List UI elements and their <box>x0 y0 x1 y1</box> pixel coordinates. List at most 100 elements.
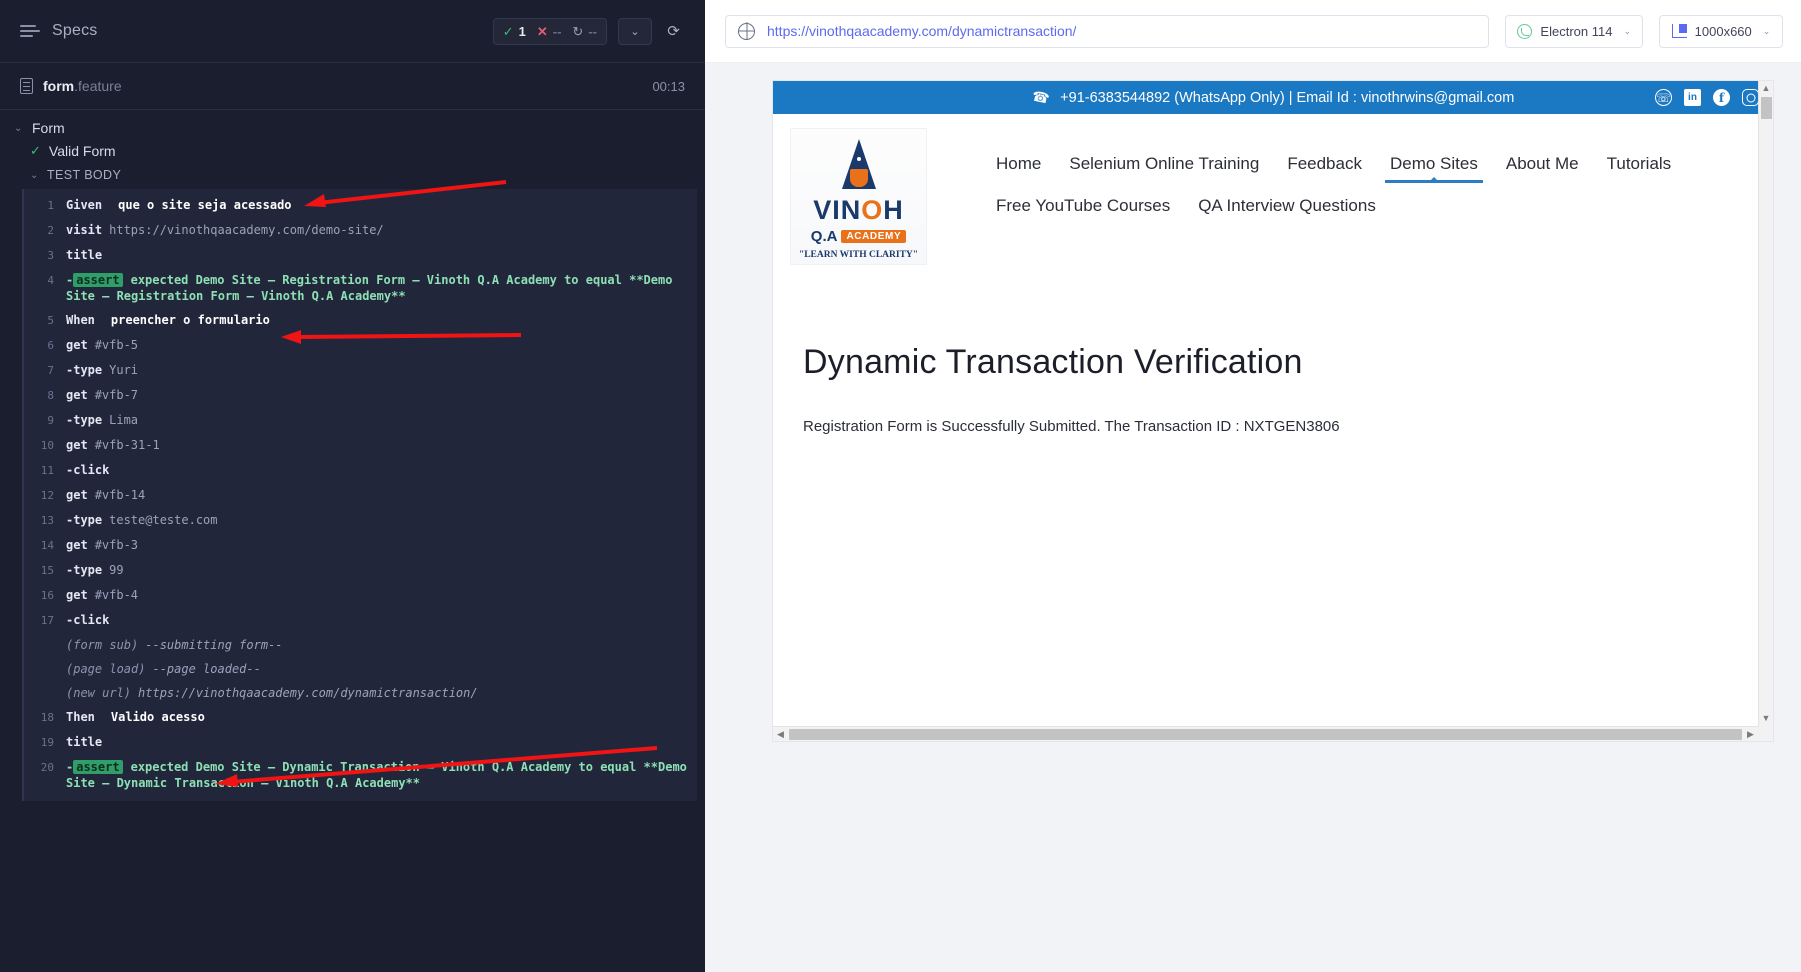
gherkin-keyword: When <box>66 313 95 327</box>
command-row[interactable]: 3 title <box>24 243 697 268</box>
scroll-left-arrow[interactable]: ◀ <box>773 729 788 740</box>
command-row[interactable]: 14 get #vfb-3 <box>24 533 697 558</box>
chevron-down-icon: ⌄ <box>1762 25 1771 36</box>
scroll-down-arrow[interactable]: ▼ <box>1762 711 1771 726</box>
assert-message: expected Demo Site – Dynamic Transaction… <box>66 760 687 790</box>
horizontal-scroll-thumb[interactable] <box>789 728 1742 740</box>
command-event: (form sub) --submitting form-- <box>66 638 283 652</box>
site-logo[interactable]: VINOH Q.A ACADEMY "LEARN WITH CLARITY" <box>790 128 927 265</box>
command-body: When preencher o formulario <box>66 312 689 328</box>
chevron-down-button[interactable]: ⌄ <box>618 17 652 45</box>
test-body-label: TEST BODY <box>47 168 122 182</box>
vertical-scroll-thumb[interactable] <box>1760 97 1772 119</box>
stat-pending: ↻ -- <box>572 24 597 39</box>
vertical-scrollbar[interactable]: ▲ ▼ <box>1758 81 1773 726</box>
command-method: -type <box>66 513 103 527</box>
command-row[interactable]: 15 -type 99 <box>24 558 697 583</box>
command-argument: teste@teste.com <box>109 513 218 527</box>
aut-stage: ☎ +91-6383544892 (WhatsApp Only) | Email… <box>705 63 1801 972</box>
stat-failed: ✕ -- <box>537 24 562 39</box>
command-number: 8 <box>47 389 54 402</box>
command-method: get <box>66 338 88 352</box>
logo-text-1: VIN <box>813 195 862 225</box>
refresh-icon: ↻ <box>572 23 584 39</box>
command-row[interactable]: 12 get #vfb-14 <box>24 483 697 508</box>
command-argument: #vfb-14 <box>94 488 146 502</box>
command-argument <box>102 735 109 749</box>
command-row[interactable]: 16 get #vfb-4 <box>24 583 697 608</box>
gherkin-step-text: que o site seja acessado <box>118 198 292 212</box>
scroll-up-arrow[interactable]: ▲ <box>1762 81 1771 96</box>
nav-item-free-youtube-courses[interactable]: Free YouTube Courses <box>982 192 1184 220</box>
command-body: (new url) https://vinothqaacademy.com/dyn… <box>66 685 689 701</box>
command-row[interactable]: 10 get #vfb-31-1 <box>24 433 697 458</box>
command-row[interactable]: 2 visit https://vinothqaacademy.com/demo-s… <box>24 218 697 243</box>
instagram-icon[interactable] <box>1742 89 1759 106</box>
command-row[interactable]: 1 Given que o site seja acessado <box>24 193 697 218</box>
test-row[interactable]: ✓ Valid Form <box>0 139 705 163</box>
linkedin-icon[interactable]: in <box>1684 89 1701 106</box>
nav-item-qa-interview-questions[interactable]: QA Interview Questions <box>1184 192 1390 220</box>
url-bar[interactable]: https://vinothqaacademy.com/dynamictrans… <box>725 14 1490 48</box>
command-row[interactable]: 9 -type Lima <box>24 408 697 433</box>
browser-selector-label: Electron 114 <box>1540 23 1613 39</box>
command-body: - assert expected Demo Site – Registration… <box>66 272 689 304</box>
restart-button[interactable]: ⟳ <box>660 18 687 45</box>
whatsapp-icon[interactable]: ☏ <box>1655 89 1672 106</box>
command-number <box>24 685 66 686</box>
command-body: -click <box>66 612 689 628</box>
nav-item-selenium-online-training[interactable]: Selenium Online Training <box>1055 150 1273 178</box>
command-row[interactable]: 8 get #vfb-7 <box>24 383 697 408</box>
nav-item-about-me[interactable]: About Me <box>1492 150 1593 178</box>
command-row[interactable]: 18 Then Valido acesso <box>24 705 697 730</box>
scroll-right-arrow[interactable]: ▶ <box>1743 729 1758 740</box>
browser-selector[interactable]: Electron 114 ⌄ <box>1505 14 1643 48</box>
spec-file-name: form.feature <box>43 78 122 94</box>
page-title: Dynamic Transaction Verification <box>803 343 1303 381</box>
pending-count: -- <box>588 23 597 39</box>
aut-toolbar: https://vinothqaacademy.com/dynamictrans… <box>705 0 1801 63</box>
command-row[interactable]: (page load) --page loaded-- <box>24 657 697 681</box>
site-main-content: Dynamic Transaction Verification Registr… <box>773 273 1773 435</box>
nav-item-demo-sites[interactable]: Demo Sites <box>1376 150 1492 183</box>
command-body: (page load) --page loaded-- <box>66 661 689 677</box>
url-text: https://vinothqaacademy.com/dynamictrans… <box>767 23 1077 39</box>
chevron-down-icon: ⌄ <box>1623 25 1631 36</box>
gherkin-keyword: Then <box>66 710 95 724</box>
nav-item-tutorials[interactable]: Tutorials <box>1593 150 1686 178</box>
command-method: visit <box>66 223 103 237</box>
globe-icon <box>738 22 755 40</box>
cross-icon: ✕ <box>536 23 548 39</box>
test-body-toggle[interactable]: ⌄ TEST BODY <box>0 163 705 189</box>
event-value: --page loaded-- <box>152 662 261 676</box>
command-row[interactable]: 6 get #vfb-5 <box>24 333 697 358</box>
nav-item-feedback[interactable]: Feedback <box>1273 150 1376 178</box>
gherkin-step-text: Valido acesso <box>110 710 205 724</box>
command-row[interactable]: 4 - assert expected Demo Site – Registratio… <box>24 268 697 308</box>
command-row[interactable]: (new url) https://vinothqaacademy.com/dyn… <box>24 681 697 705</box>
command-body: - assert expected Demo Site – Dynamic Tran… <box>66 759 689 791</box>
command-row[interactable]: 17 -click <box>24 608 697 633</box>
nav-item-home[interactable]: Home <box>982 150 1055 178</box>
facebook-icon[interactable]: f <box>1713 89 1730 106</box>
command-argument <box>109 613 116 627</box>
suite-row[interactable]: ⌄ Form <box>0 110 705 139</box>
command-row[interactable]: 7 -type Yuri <box>24 358 697 383</box>
command-row[interactable]: 20 - assert expected Demo Site – Dynamic Tr… <box>24 755 697 795</box>
command-row[interactable]: 19 title <box>24 730 697 755</box>
gherkin-keyword: Given <box>66 198 103 212</box>
event-value: --submitting form-- <box>145 638 283 652</box>
horizontal-scrollbar[interactable]: ◀ ▶ <box>773 726 1758 741</box>
command-row[interactable]: 13 -type teste@teste.com <box>24 508 697 533</box>
site-header: VINOH Q.A ACADEMY "LEARN WITH CLARITY" H… <box>773 114 1773 273</box>
command-method: title <box>66 248 103 262</box>
command-body: title <box>66 734 689 750</box>
command-number: 3 <box>47 249 54 262</box>
viewport-selector[interactable]: 1000x660 ⌄ <box>1659 14 1783 48</box>
command-body: Then Valido acesso <box>66 709 689 725</box>
command-row[interactable]: 11 -click <box>24 458 697 483</box>
specs-toggle[interactable]: Specs <box>20 22 97 40</box>
command-row[interactable]: (form sub) --submitting form-- <box>24 633 697 657</box>
command-row[interactable]: 5 When preencher o formulario <box>24 308 697 333</box>
command-number: 1 <box>47 199 54 212</box>
